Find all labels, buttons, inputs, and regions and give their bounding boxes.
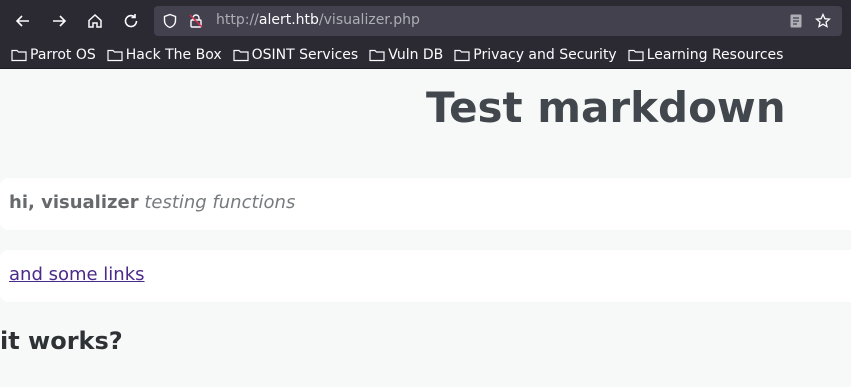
bookmarks-bar: Parrot OS Hack The Box OSINT Services Vu… [0, 42, 851, 69]
bookmark-folder[interactable]: Parrot OS [11, 47, 96, 63]
bookmark-label: Hack The Box [125, 47, 222, 63]
link-card: and some links [0, 250, 851, 302]
url-text[interactable]: http://alert.htb/visualizer.php [216, 12, 420, 28]
bookmark-label: Parrot OS [30, 47, 96, 63]
url-path: /visualizer.php [318, 12, 420, 28]
insecure-lock-icon[interactable] [188, 13, 204, 29]
paragraph-card: hi, visualizer testing functions [0, 178, 851, 230]
page-title: Test markdown [426, 83, 786, 132]
reload-icon [124, 14, 138, 28]
bookmark-folder[interactable]: Learning Resources [628, 47, 784, 63]
url-bar[interactable]: http://alert.htb/visualizer.php [154, 6, 842, 36]
folder-icon [454, 49, 470, 62]
content-link[interactable]: and some links [9, 264, 145, 285]
page-content: Test markdown hi, visualizer testing fun… [0, 69, 851, 387]
bookmark-label: OSINT Services [251, 47, 359, 63]
url-host: alert.htb [258, 12, 319, 28]
bookmark-folder[interactable]: Hack The Box [107, 47, 222, 63]
arrow-right-icon [53, 15, 67, 27]
url-prefix: http:// [216, 12, 259, 28]
folder-icon [628, 49, 644, 62]
bookmark-folder[interactable]: OSINT Services [233, 47, 359, 63]
bookmark-label: Learning Resources [646, 47, 784, 63]
bold-text: hi, visualizer [9, 192, 139, 213]
home-button[interactable] [84, 10, 106, 32]
shield-icon[interactable] [162, 13, 178, 29]
folder-icon [11, 49, 27, 62]
paragraph: hi, visualizer testing functions [9, 192, 295, 213]
home-icon [88, 13, 102, 28]
reload-button[interactable] [120, 10, 142, 32]
back-button[interactable] [12, 10, 34, 32]
italic-text: testing functions [144, 192, 296, 213]
bookmark-label: Privacy and Security [473, 47, 617, 63]
folder-icon [233, 49, 249, 62]
forward-button[interactable] [48, 10, 70, 32]
bookmark-folder[interactable]: Privacy and Security [454, 47, 617, 63]
folder-icon [369, 49, 385, 62]
star-icon[interactable] [815, 13, 831, 29]
browser-toolbar: http://alert.htb/visualizer.php [0, 0, 851, 42]
folder-icon [107, 49, 123, 62]
arrow-left-icon [15, 15, 29, 27]
bookmark-folder[interactable]: Vuln DB [369, 47, 443, 63]
section-heading: it works? [0, 327, 123, 355]
bookmark-label: Vuln DB [388, 47, 444, 63]
page-action-icon[interactable] [788, 13, 804, 29]
paragraph: and some links [9, 264, 145, 285]
